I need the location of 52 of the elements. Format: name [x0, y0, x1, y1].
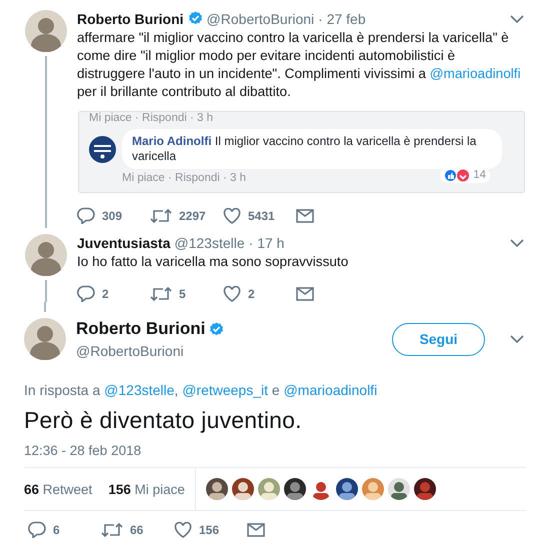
mail-icon[interactable]: [296, 286, 314, 300]
tweet-text: Io ho fatto la varicella ma sono sopravvissuto: [77, 253, 350, 271]
chevron-down-icon[interactable]: [509, 238, 525, 248]
author-name[interactable]: Roberto Burioni: [77, 10, 184, 26]
retweet-icon[interactable]: [150, 286, 172, 302]
comment-meta: Mi piace · Rispondi · 3 h: [122, 172, 246, 184]
mention-link[interactable]: @retweeps_it: [182, 382, 268, 398]
avatar[interactable]: [25, 10, 67, 52]
reply-icon[interactable]: [28, 521, 46, 538]
author-handle[interactable]: @RobertoBurioni: [206, 10, 314, 26]
tweet-text: Però è diventato juventino.: [24, 407, 303, 434]
author-name[interactable]: Juventusiasta: [77, 234, 170, 250]
mention-link[interactable]: @marioadinolfi: [284, 382, 378, 398]
reply-count: 2: [102, 286, 109, 300]
comment-bubble: Mario Adinolfi Il miglior vaccino contro la varicella è prendersi la varicella: [122, 129, 502, 169]
reply-count: 6: [53, 522, 60, 536]
author-name[interactable]: Roberto Burioni: [76, 319, 206, 339]
mention-link[interactable]: @123stelle: [104, 382, 174, 398]
retweet-count: 2297: [179, 208, 206, 222]
stat-link[interactable]: 156 Mi piace: [108, 482, 185, 496]
retweet-count: 66: [130, 522, 144, 536]
reaction-count: 14: [473, 169, 486, 181]
mail-icon[interactable]: [247, 522, 265, 536]
author-handle[interactable]: @RobertoBurioni: [76, 343, 224, 359]
reply-context: In risposta a @123stelle, @retweeps_it e @marioadinolfi: [24, 382, 378, 398]
retweet-icon[interactable]: [150, 208, 172, 224]
mention-link[interactable]: @marioadinolfi: [430, 66, 521, 81]
avatar[interactable]: [25, 234, 67, 276]
like-count: 156: [199, 522, 220, 536]
chevron-down-icon[interactable]: [509, 334, 525, 344]
heart-icon[interactable]: [223, 286, 241, 302]
retweet-icon[interactable]: [101, 522, 123, 538]
retweet-count: 5: [179, 286, 186, 300]
comment-meta: Mi piace · Rispondi · 3 h: [89, 112, 214, 125]
reply-icon[interactable]: [77, 207, 95, 224]
tweet-text: affermare "il miglior vaccino contro la varicella è prendersi la varicella" è come dire "il miglior modo per evitare incidenti automobilistici è distruggere l'auto in un incidente". Complimenti vivissimi a @marioadinolfi per il brillante contributo al dibattito.: [77, 29, 522, 101]
heart-icon[interactable]: [174, 522, 192, 538]
tweet-time[interactable]: · 17 h: [248, 234, 284, 250]
reply-icon[interactable]: [77, 285, 95, 302]
heart-icon[interactable]: [223, 208, 241, 224]
like-count: 5431: [248, 208, 275, 222]
mail-icon[interactable]: [296, 208, 314, 222]
follow-button[interactable]: Segui: [392, 322, 485, 356]
page-logo: [89, 136, 116, 162]
tweet-timestamp[interactable]: 12:36 - 28 feb 2018: [24, 443, 525, 458]
like-count: 2: [248, 286, 255, 300]
tweet-time[interactable]: · 27 feb: [318, 10, 366, 26]
avatar[interactable]: [24, 318, 66, 360]
chevron-down-icon[interactable]: [509, 14, 525, 24]
author-handle[interactable]: @123stelle: [174, 234, 245, 250]
reply-count: 309: [102, 208, 122, 222]
stat-link[interactable]: 66 Retweet: [24, 482, 92, 496]
